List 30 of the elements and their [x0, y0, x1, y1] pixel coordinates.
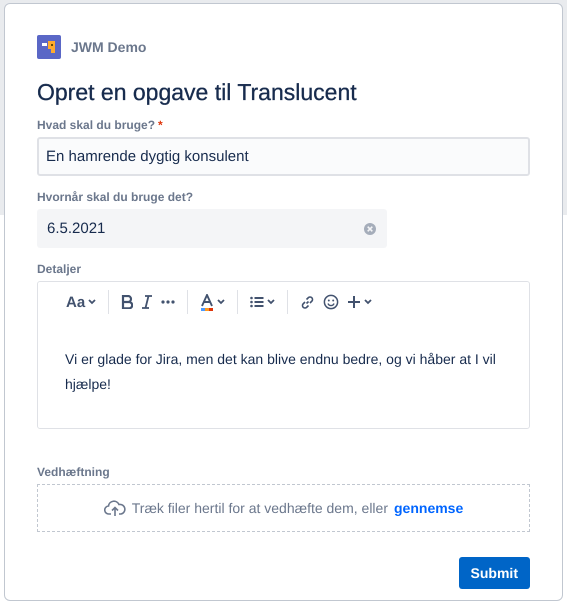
text-style-button[interactable]: Aa: [62, 290, 100, 314]
bullet-list-icon: [250, 296, 264, 308]
link-icon: [300, 294, 316, 310]
project-name: JWM Demo: [71, 39, 146, 55]
cloud-upload-icon: [104, 499, 126, 517]
field-label: Hvad skal du bruge?: [37, 118, 156, 132]
caret-icon: [267, 299, 276, 305]
more-icon: [161, 300, 176, 304]
bold-icon: [121, 295, 134, 309]
smiley-icon: [323, 294, 340, 310]
project-avatar-icon: [37, 35, 61, 59]
caret-icon: [217, 299, 226, 305]
required-mark: *: [158, 118, 163, 132]
italic-icon: [141, 295, 154, 309]
drop-hint: Træk filer hertil for at vedhæfte dem, eller: [132, 500, 388, 516]
field-label: Hvornår skal du bruge det?: [37, 190, 194, 204]
field-label: Detaljer: [37, 262, 82, 276]
form-title: Opret en opgave til Translucent: [37, 79, 358, 106]
submit-button[interactable]: Submit: [458, 557, 530, 589]
plus-icon: [347, 295, 362, 309]
input-field[interactable]: En hamrende dygtig konsulent: [37, 137, 530, 176]
caret-icon: [88, 299, 96, 305]
rich-text-editor[interactable]: Aa Vi er glade for Jira, men det kan blive endnu bedre, og vi håber at I vil hjælpe!: [37, 281, 530, 429]
text-color-icon: [200, 294, 214, 310]
editor-text: Vi er glade for Jira, men det kan blive endnu bedre, og vi håber at I vil hjælpe!: [64, 350, 497, 394]
date-field[interactable]: 6.5.2021: [37, 209, 387, 248]
drop-zone[interactable]: Træk filer hertil for at vedhæfte dem, eller gennemse: [37, 484, 530, 532]
browse-link[interactable]: gennemse: [394, 500, 464, 516]
caret-icon: [364, 299, 372, 305]
field-label: Vedhæftning: [37, 465, 110, 479]
